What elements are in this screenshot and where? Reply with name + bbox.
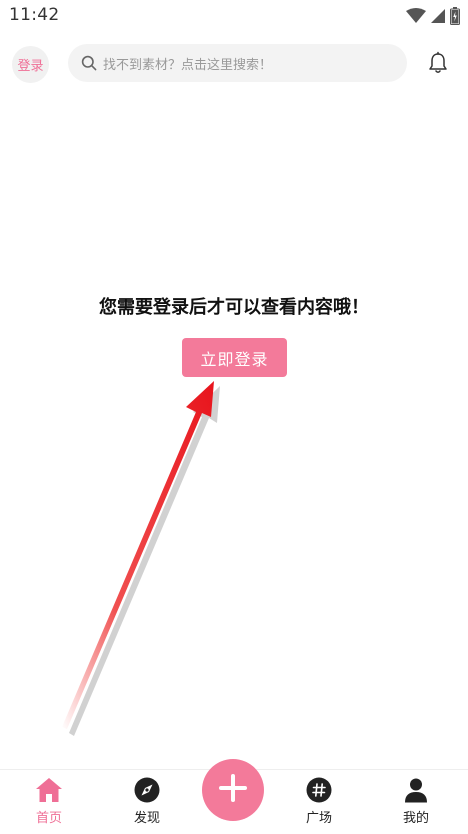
status-bar: 11:42	[0, 0, 468, 32]
nav-home-label: 首页	[35, 811, 62, 826]
nav-mine-label: 我的	[402, 811, 429, 826]
search-bar[interactable]: 找不到素材？点击这里搜索！	[68, 44, 407, 82]
battery-icon	[450, 7, 460, 29]
nav-square-label: 广场	[305, 811, 332, 826]
wifi-icon	[406, 8, 426, 28]
status-time: 11:42	[9, 5, 60, 25]
header: 登录 找不到素材？点击这里搜索！	[0, 42, 468, 86]
cell-signal-icon	[430, 8, 446, 28]
nav-discover-label: 发现	[133, 811, 160, 826]
nav-mine[interactable]: 我的	[384, 776, 448, 826]
nav-discover[interactable]: 发现	[115, 776, 179, 826]
search-placeholder: 找不到素材？点击这里搜索！	[103, 57, 273, 73]
login-required-message: 您需要登录后才可以查看内容哦！	[99, 297, 369, 318]
bell-icon[interactable]	[426, 51, 450, 75]
home-icon	[35, 776, 63, 804]
annotation-arrow	[62, 381, 220, 736]
login-now-button[interactable]: 立即登录	[182, 338, 287, 377]
person-icon	[402, 776, 430, 804]
add-button[interactable]	[202, 759, 264, 821]
plus-icon	[218, 773, 248, 807]
compass-icon	[133, 776, 161, 804]
login-avatar-button[interactable]: 登录	[12, 46, 49, 83]
search-icon	[81, 55, 97, 71]
status-icons	[406, 7, 460, 29]
nav-home[interactable]: 首页	[17, 776, 81, 826]
hashtag-icon	[305, 776, 333, 804]
nav-square[interactable]: 广场	[287, 776, 351, 826]
